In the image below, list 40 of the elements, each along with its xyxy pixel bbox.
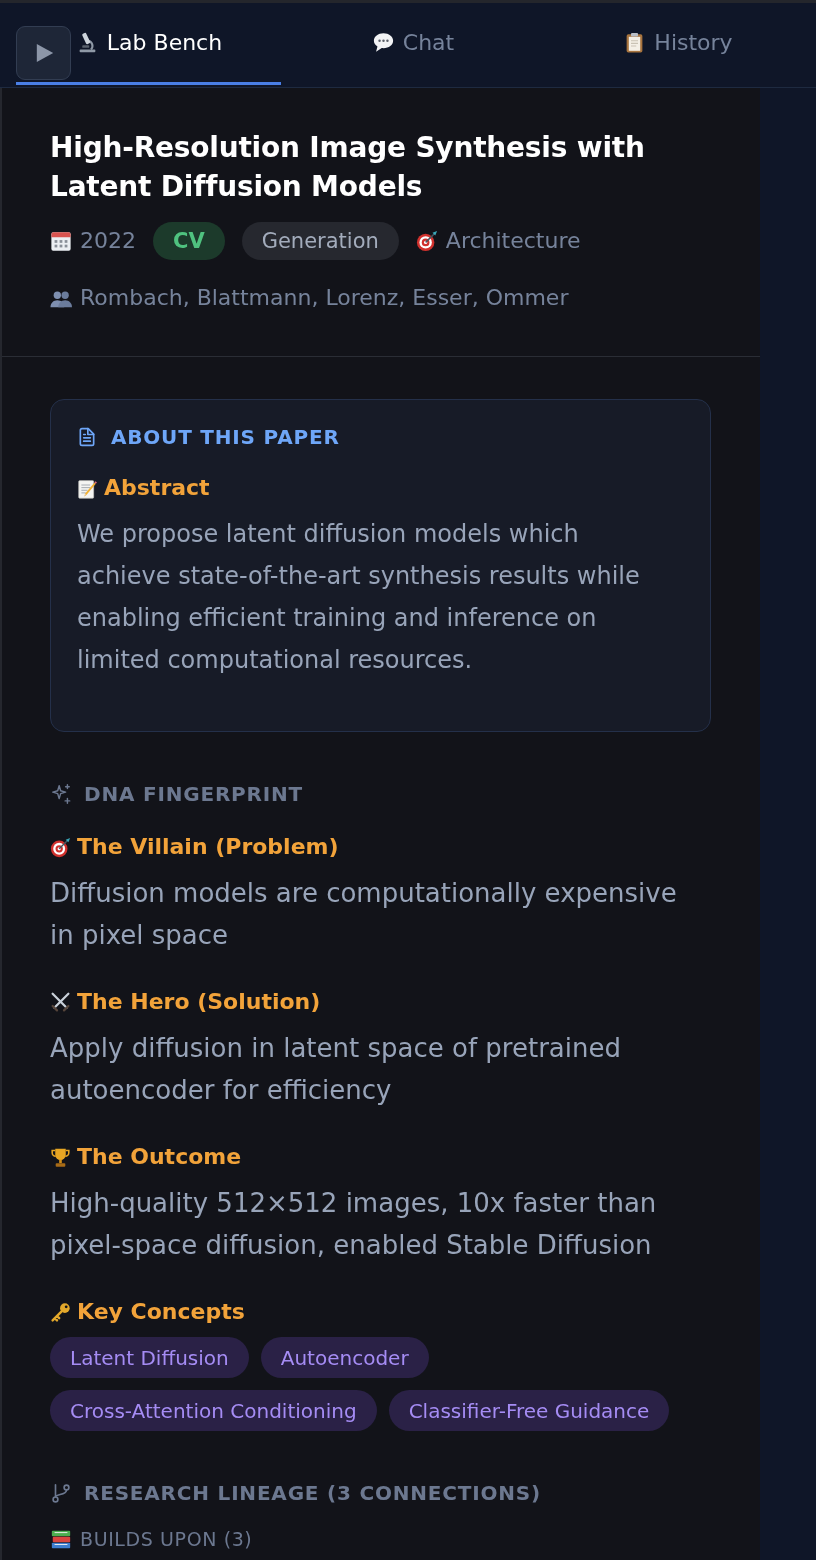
dartboard-icon — [50, 836, 71, 858]
tab[interactable]: History — [546, 3, 811, 81]
trophy-icon — [50, 1146, 71, 1168]
tag-badge: CV — [153, 222, 225, 260]
paper-title: High-Resolution Image Synthesis with Latent Diffusion Models — [50, 130, 646, 205]
memo-pencil-icon — [77, 477, 98, 499]
play-button[interactable] — [16, 26, 71, 80]
books-icon — [50, 1528, 72, 1550]
document-icon — [77, 426, 97, 448]
concepts-heading: Key Concepts — [77, 1299, 245, 1325]
section-heading: DNA FINGERPRINT — [84, 782, 303, 806]
tab[interactable]: Chat — [281, 3, 546, 81]
tag-badge: Generation — [241, 222, 399, 260]
concept-tag: Autoencoder — [260, 1337, 429, 1378]
key-icon — [50, 1301, 71, 1323]
section-heading: ABOUT THIS PAPER — [111, 425, 340, 449]
play-icon — [35, 43, 55, 63]
branch-icon — [50, 1482, 72, 1504]
item-text: Apply diffusion in latent space of pretrained autoencoder for efficiency — [50, 1032, 622, 1107]
abstract-heading: Abstract — [104, 475, 210, 501]
category-label: Architecture — [445, 227, 581, 255]
concept-tag: Latent Diffusion — [50, 1337, 249, 1378]
item-text: High-quality 512×512 images, 10x faster than pixel-space diffusion, enabled Stable Diffusion — [50, 1187, 658, 1262]
section-heading: RESEARCH LINEAGE (3 CONNECTIONS) — [84, 1481, 541, 1505]
item-heading: The Villain (Problem) — [77, 834, 339, 860]
item-text: Diffusion models are computationally expensive in pixel space — [50, 877, 678, 952]
group-heading: BUILDS UPON (3) — [80, 1528, 253, 1550]
concept-tag: Cross-Attention Conditioning — [50, 1390, 377, 1431]
dartboard-icon — [415, 230, 438, 252]
crossed-swords-icon — [50, 991, 71, 1013]
item-heading: The Hero (Solution) — [77, 989, 321, 1015]
abstract-text: We propose latent diffusion models which achieve state-of-the-art synthesis results while enabling efficient training and inference on limited computational resources. — [77, 519, 641, 676]
sparkles-icon — [50, 783, 72, 805]
speech-bubble-icon — [372, 31, 394, 53]
item-heading: The Outcome — [77, 1144, 242, 1170]
authors-text: Rombach, Blattmann, Lorenz, Esser, Ommer — [80, 284, 569, 312]
calendar-icon — [50, 230, 72, 252]
tab[interactable]: Lab Bench — [71, 3, 281, 81]
year-label: 2022 — [80, 227, 136, 255]
concept-tag: Classifier-Free Guidance — [388, 1390, 670, 1431]
